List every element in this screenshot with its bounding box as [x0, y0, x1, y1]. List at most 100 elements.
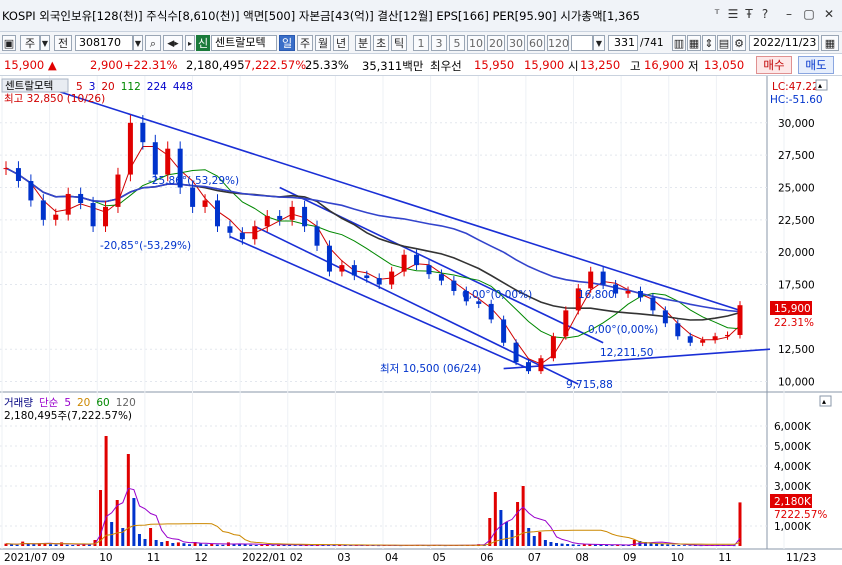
interval-120[interactable]: 120 [547, 35, 569, 51]
date-input[interactable]: 2022/11/23 [749, 35, 819, 51]
volume-bar [15, 544, 19, 546]
chart-annotation: 0,00°(0,00%) [588, 324, 658, 336]
help-icon[interactable]: ? [758, 7, 772, 21]
type-button[interactable]: 전 [54, 35, 72, 51]
chart-toggle-icon[interactable]: ⇕ [702, 35, 716, 51]
price-candle [550, 336, 556, 359]
interval-10[interactable]: 10 [467, 35, 485, 51]
volume-bar [532, 536, 536, 546]
volume-bar [527, 528, 531, 546]
volume-bar [48, 544, 52, 546]
volume-axis-label: 3,000K [774, 481, 812, 493]
layout-icon[interactable]: ▣ [2, 35, 16, 51]
volume-bar [499, 510, 503, 546]
volume: 2,180,495 [186, 58, 245, 72]
volume-bar [199, 543, 203, 546]
period-year-tab[interactable]: 년 [333, 35, 349, 51]
price-candle [376, 278, 382, 285]
price-candle [165, 148, 171, 175]
stock-code-input[interactable]: 308170 [75, 35, 133, 51]
sell-button[interactable]: 매도 [798, 56, 834, 74]
price-candle [264, 215, 270, 227]
price-axis-label: 25,000 [778, 182, 815, 194]
time-axis-label: 06 [480, 552, 494, 564]
font-size-icon[interactable]: ᵀ [710, 7, 724, 21]
time-axis-label: 10 [671, 552, 684, 564]
search-icon[interactable]: ⌕ [145, 35, 161, 51]
settings-icon[interactable]: ⚙ [732, 35, 746, 51]
period-month-tab[interactable]: 월 [315, 35, 331, 51]
chart-type-icon[interactable]: ▦ [687, 35, 701, 51]
volume-bar [560, 543, 564, 546]
interval-60[interactable]: 60 [527, 35, 545, 51]
price-candle [476, 301, 482, 304]
calendar-icon[interactable]: ▦ [821, 35, 839, 51]
price-candle [277, 215, 283, 220]
price-candle [227, 226, 233, 233]
price-candle [501, 319, 507, 343]
price-candle [53, 214, 59, 220]
next-stock-icon[interactable]: ▸ [185, 35, 195, 51]
volume-bar [238, 544, 242, 546]
period-tick-tab[interactable]: 틱 [391, 35, 407, 51]
period-week-tab[interactable]: 주 [297, 35, 313, 51]
time-axis-label: 2021/07 [4, 552, 48, 564]
volume-bar [215, 544, 219, 546]
volume-axis-label: 1,000K [774, 521, 812, 533]
list-icon[interactable]: ☰ [726, 7, 740, 21]
volume-bar [32, 544, 36, 546]
maximize-icon[interactable]: ▢ [802, 7, 816, 21]
interval-dropdown-icon[interactable]: ▼ [593, 35, 605, 51]
close-icon[interactable]: ✕ [822, 7, 836, 21]
interval-20[interactable]: 20 [487, 35, 505, 51]
price-axis-label: 20,000 [778, 247, 815, 259]
high-label: 고 [630, 59, 641, 73]
interval-30[interactable]: 30 [507, 35, 525, 51]
volume-bar [71, 545, 75, 546]
page-counter[interactable]: 331 [608, 35, 638, 51]
ma-legend-item: 448 [173, 81, 193, 93]
volume-bar [126, 454, 130, 546]
save-icon[interactable]: ▤ [717, 35, 731, 51]
trade-value: 35,311백만 [362, 59, 424, 73]
period-second-tab[interactable]: 초 [373, 35, 389, 51]
chart-annotation: 9,715,88 [566, 379, 613, 391]
stock-chart[interactable]: 30,000 27,500 25,000 22,500 20,000 17,500 12,5… [0, 76, 842, 565]
volume-bar [154, 540, 158, 546]
price-candle [725, 334, 731, 337]
volume-bar [10, 544, 14, 546]
price-change: 2,900 [90, 58, 123, 72]
minimize-icon[interactable]: – [782, 7, 796, 21]
volume-axis-label: 6,000K [774, 421, 812, 433]
market-select[interactable]: 주 [20, 35, 40, 51]
period-day-tab[interactable]: 일 [279, 35, 295, 51]
period-minute-tab[interactable]: 분 [355, 35, 371, 51]
price-candle [451, 280, 457, 291]
volume-bar [666, 544, 670, 546]
time-axis-label: 07 [528, 552, 541, 564]
market-dropdown-icon[interactable]: ▼ [40, 35, 50, 51]
ma-legend-item: 5 [76, 81, 83, 93]
pin-icon[interactable]: Ŧ [742, 7, 756, 21]
bar-chart-icon[interactable]: ▥ [672, 35, 686, 51]
volume-bar [504, 522, 508, 546]
volume-bar [137, 534, 141, 546]
interval-1[interactable]: 1 [413, 35, 429, 51]
buy-button[interactable]: 매수 [756, 56, 792, 74]
interval-3[interactable]: 3 [431, 35, 447, 51]
price-candle [662, 310, 668, 324]
volume-bar [221, 544, 225, 546]
interval-5[interactable]: 5 [449, 35, 465, 51]
code-dropdown-icon[interactable]: ▼ [133, 35, 143, 51]
svg-text:▴: ▴ [822, 397, 826, 406]
price-candle [3, 168, 9, 170]
price-candle [687, 336, 693, 343]
price-candle [600, 271, 606, 285]
volume-bar [555, 543, 558, 546]
ma-legend-item: 112 [121, 81, 141, 93]
page-total: /741 [640, 37, 664, 49]
volume-bar [688, 545, 692, 546]
speaker-icon[interactable]: ◀▸ [163, 35, 183, 51]
interval-custom-input[interactable] [571, 35, 593, 51]
chart-title: 센트랄모텍 [5, 79, 53, 92]
